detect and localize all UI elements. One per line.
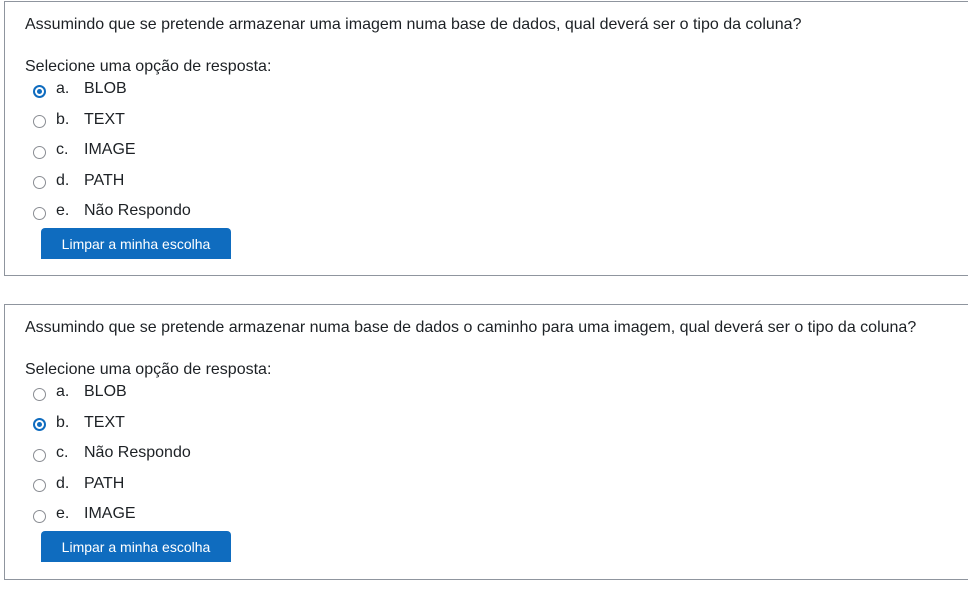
option-letter: d. — [56, 171, 70, 189]
option-letter: b. — [56, 413, 70, 431]
option-letter: e. — [56, 202, 70, 219]
option-letter: b. — [56, 110, 70, 128]
answer-option[interactable]: c. IMAGE — [33, 138, 136, 162]
option-letter: c. — [56, 141, 69, 158]
question-card-2: Assumindo que se pretende armazenar numa… — [4, 304, 968, 580]
clear-choice-button[interactable]: Limpar a minha escolha — [41, 228, 231, 259]
radio-button[interactable] — [33, 448, 46, 462]
option-label: PATH — [84, 171, 125, 189]
option-label: BLOB — [84, 80, 127, 97]
answer-option[interactable]: a. BLOB — [33, 380, 127, 404]
radio-button[interactable] — [33, 387, 46, 401]
option-label: Não Respondo — [84, 444, 191, 461]
option-label: BLOB — [84, 383, 127, 400]
option-label: TEXT — [84, 413, 125, 431]
clear-choice-button[interactable]: Limpar a minha escolha — [41, 531, 231, 562]
radio-button[interactable] — [33, 145, 46, 159]
answer-option[interactable]: b. TEXT — [33, 108, 125, 132]
option-label: Não Respondo — [84, 202, 191, 219]
answer-option[interactable]: a. BLOB — [33, 77, 127, 101]
option-letter: a. — [56, 383, 70, 400]
radio-button[interactable] — [33, 115, 46, 128]
option-label: IMAGE — [84, 141, 136, 158]
radio-button[interactable] — [33, 509, 46, 523]
radio-button[interactable] — [33, 206, 46, 220]
answer-prompt: Selecione uma opção de resposta: — [25, 58, 272, 75]
question-card-1: Assumindo que se pretende armazenar uma … — [4, 1, 968, 276]
option-letter: e. — [56, 505, 70, 522]
answer-option[interactable]: d. PATH — [33, 472, 124, 496]
option-label: PATH — [84, 474, 125, 492]
answer-option[interactable]: e. IMAGE — [33, 502, 136, 526]
radio-button[interactable] — [33, 84, 46, 98]
question-text: Assumindo que se pretende armazenar numa… — [25, 319, 917, 336]
option-label: TEXT — [84, 110, 125, 128]
radio-button[interactable] — [33, 418, 46, 431]
answer-option[interactable]: d. PATH — [33, 169, 124, 193]
answer-prompt: Selecione uma opção de resposta: — [25, 361, 272, 378]
option-letter: a. — [56, 80, 70, 97]
option-letter: d. — [56, 474, 70, 492]
answer-option[interactable]: e. Não Respondo — [33, 199, 191, 223]
option-label: IMAGE — [84, 505, 136, 522]
question-text: Assumindo que se pretende armazenar uma … — [25, 16, 802, 33]
answer-option[interactable]: c. Não Respondo — [33, 441, 191, 465]
radio-button[interactable] — [33, 479, 46, 492]
option-letter: c. — [56, 444, 69, 461]
answer-option[interactable]: b. TEXT — [33, 411, 125, 435]
radio-button[interactable] — [33, 176, 46, 189]
